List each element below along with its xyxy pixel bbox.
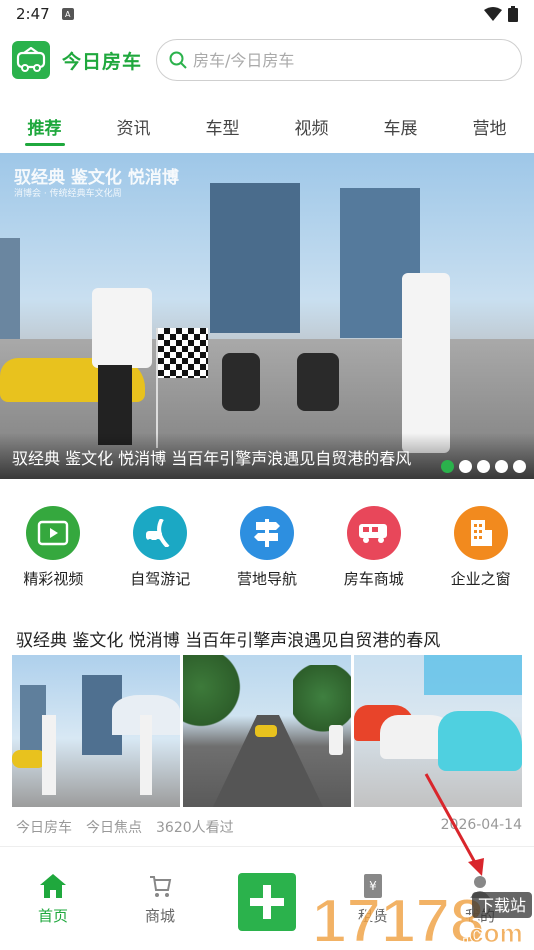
banner-carousel[interactable]: 驭经典 鉴文化 悦消博 消博会 · 传统经典车文化周 驭经典 鉴文化 悦消博 当… — [0, 153, 534, 479]
nav-label: 首页 — [37, 907, 68, 925]
home-icon — [39, 873, 67, 899]
app-screen: 2:47 A 今日房车 推荐 资讯 车型 视频 — [0, 0, 534, 950]
quick-link-rv-mall[interactable]: 房车商城 — [320, 506, 427, 596]
article-thumbnail[interactable] — [12, 655, 180, 807]
banner-building — [210, 183, 300, 333]
watermark: 17178 .com 下载站 — [311, 862, 534, 950]
watermark-brand: 17178 — [312, 887, 484, 950]
quick-link-label: 房车商城 — [343, 570, 404, 588]
banner-overlay-subtitle: 消博会 · 传统经典车文化周 — [14, 189, 122, 199]
banner-motorcycle — [297, 353, 339, 411]
plus-icon — [250, 885, 284, 919]
checkered-flag — [158, 328, 208, 378]
article-title[interactable]: 驭经典 鉴文化 悦消博 当百年引擎声浪遇见自贸港的春风 — [16, 626, 440, 651]
tab-models[interactable]: 车型 — [178, 100, 267, 148]
quick-link-label: 营地导航 — [236, 570, 297, 588]
nav-home[interactable]: 首页 — [18, 873, 88, 926]
watermark-suffix: .com — [462, 918, 523, 948]
tab-videos[interactable]: 视频 — [267, 100, 356, 148]
signpost-icon — [239, 506, 294, 560]
quick-link-label: 精彩视频 — [23, 570, 84, 588]
tab-news[interactable]: 资讯 — [89, 100, 178, 148]
banner-person — [92, 288, 152, 368]
road-trip-icon — [133, 506, 188, 560]
wifi-icon — [484, 7, 502, 21]
banner-person — [402, 273, 450, 453]
building-icon — [453, 506, 508, 560]
status-bar: 2:47 A — [0, 0, 534, 28]
search-icon — [169, 51, 187, 69]
carousel-dot[interactable] — [459, 460, 472, 473]
banner-motorcycle — [222, 353, 260, 411]
cart-icon — [146, 873, 174, 899]
quick-link-enterprise[interactable]: 企业之窗 — [427, 506, 534, 596]
publish-button[interactable] — [238, 873, 296, 931]
article-source: 今日房车 — [16, 820, 72, 836]
quick-link-road-trip[interactable]: 自驾游记 — [107, 506, 214, 596]
article-views: 3620人看过 — [156, 820, 234, 836]
quick-link-videos[interactable]: 精彩视频 — [0, 506, 107, 596]
rv-logo-icon — [16, 47, 46, 72]
search-box[interactable] — [156, 39, 522, 81]
category-tabs: 推荐 资讯 车型 视频 车展 营地 — [0, 100, 534, 148]
app-header: 今日房车 — [12, 38, 522, 82]
quick-link-camp-nav[interactable]: 营地导航 — [214, 506, 321, 596]
carousel-dot[interactable] — [495, 460, 508, 473]
brand-name: 今日房车 — [62, 50, 143, 73]
quick-link-label: 自驾游记 — [130, 570, 191, 588]
tab-expo[interactable]: 车展 — [356, 100, 445, 148]
search-input[interactable] — [193, 50, 454, 70]
nav-mall[interactable]: 商城 — [125, 873, 195, 926]
video-icon — [26, 506, 81, 560]
banner-overlay-title: 驭经典 鉴文化 悦消博 — [14, 168, 179, 188]
nav-label: 商城 — [144, 907, 175, 925]
rv-icon — [346, 506, 401, 560]
app-logo[interactable] — [12, 41, 50, 79]
tab-camps[interactable]: 营地 — [445, 100, 534, 148]
battery-icon — [508, 6, 518, 22]
watermark-tag: 下载站 — [478, 896, 526, 915]
status-time: 2:47 — [16, 5, 50, 23]
banner-building — [0, 238, 20, 348]
article-column: 今日焦点 — [86, 820, 142, 836]
quick-links: 精彩视频 自驾游记 营地导航 房车商城 企业之窗 — [0, 506, 534, 596]
quick-link-label: 企业之窗 — [450, 570, 511, 588]
carousel-dot[interactable] — [477, 460, 490, 473]
article-thumbnail[interactable] — [183, 655, 351, 807]
tab-recommend[interactable]: 推荐 — [0, 100, 89, 148]
sim-icon: A — [61, 8, 74, 20]
carousel-dot[interactable] — [513, 460, 526, 473]
carousel-indicator — [441, 460, 526, 473]
carousel-dot[interactable] — [441, 460, 454, 473]
